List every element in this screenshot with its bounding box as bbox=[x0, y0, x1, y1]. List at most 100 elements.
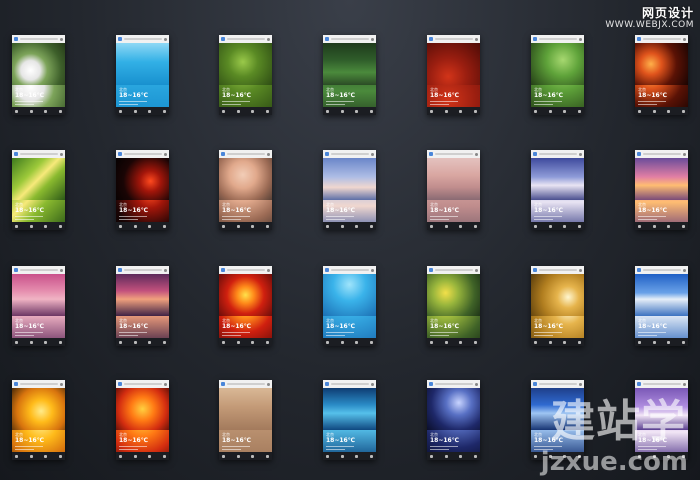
browser-icon bbox=[369, 224, 373, 228]
wallpaper-image bbox=[116, 274, 169, 316]
app-dock bbox=[635, 222, 688, 230]
wallpaper-thumbnail[interactable]: 北京 18~16℃ bbox=[116, 150, 169, 230]
message-icon bbox=[148, 340, 152, 344]
wallpaper-thumbnail[interactable]: 北京 18~16℃ bbox=[531, 150, 584, 230]
menu-icon bbox=[579, 37, 582, 41]
weather-detail bbox=[430, 446, 477, 450]
wallpaper-thumbnail[interactable]: 北京 18~16℃ bbox=[219, 380, 272, 460]
search-icon bbox=[221, 37, 225, 41]
wallpaper-image bbox=[219, 43, 272, 85]
browser-icon bbox=[577, 109, 581, 113]
phone-icon bbox=[430, 454, 433, 458]
wallpaper-thumbnail[interactable]: 北京 18~16℃ bbox=[531, 35, 584, 115]
wallpaper-thumbnail[interactable]: 北京 18~16℃ bbox=[427, 150, 480, 230]
weather-detail bbox=[222, 446, 269, 450]
weather-city: 北京 bbox=[638, 87, 646, 92]
browser-icon bbox=[369, 454, 373, 458]
weather-temperature: 18~16℃ bbox=[430, 92, 459, 99]
wallpaper-thumbnail[interactable]: 北京 18~16℃ bbox=[12, 266, 65, 346]
wallpaper-thumbnail[interactable]: 北京 18~16℃ bbox=[12, 150, 65, 230]
contacts-icon bbox=[652, 340, 656, 344]
app-dock bbox=[219, 107, 272, 115]
contacts-icon bbox=[29, 454, 33, 458]
wallpaper-thumbnail[interactable]: 北京 18~16℃ bbox=[323, 35, 376, 115]
search-bar bbox=[531, 380, 584, 388]
search-icon bbox=[221, 382, 225, 386]
weather-detail-line bbox=[222, 219, 241, 220]
weather-temperature: 18~16℃ bbox=[222, 323, 251, 330]
search-bar bbox=[531, 150, 584, 158]
contacts-icon bbox=[133, 340, 137, 344]
weather-detail bbox=[119, 446, 166, 450]
wallpaper-thumbnail[interactable]: 北京 18~16℃ bbox=[12, 35, 65, 115]
weather-detail-line bbox=[638, 219, 657, 220]
wallpaper-image bbox=[323, 158, 376, 200]
message-icon bbox=[148, 109, 152, 113]
wallpaper-thumbnail[interactable]: 北京 18~16℃ bbox=[635, 35, 688, 115]
wallpaper-image bbox=[531, 274, 584, 316]
wallpaper-thumbnail[interactable]: 北京 18~16℃ bbox=[427, 35, 480, 115]
wallpaper-thumbnail[interactable]: 北京 18~16℃ bbox=[12, 380, 65, 460]
search-field bbox=[435, 38, 473, 40]
app-dock bbox=[323, 222, 376, 230]
wallpaper-thumbnail[interactable]: 北京 18~16℃ bbox=[323, 150, 376, 230]
weather-detail bbox=[222, 216, 269, 220]
browser-icon bbox=[162, 454, 166, 458]
weather-detail-line bbox=[222, 449, 241, 450]
message-icon bbox=[251, 224, 255, 228]
weather-city: 北京 bbox=[119, 202, 127, 207]
wallpaper-thumbnail[interactable]: 北京 18~16℃ bbox=[635, 266, 688, 346]
contacts-icon bbox=[236, 224, 240, 228]
weather-detail bbox=[638, 332, 685, 336]
weather-detail-line bbox=[638, 104, 657, 105]
search-icon bbox=[637, 37, 641, 41]
weather-detail-line bbox=[119, 335, 138, 336]
wallpaper-thumbnail[interactable]: 北京 18~16℃ bbox=[323, 380, 376, 460]
weather-city: 北京 bbox=[534, 202, 542, 207]
weather-detail bbox=[326, 332, 373, 336]
weather-detail bbox=[326, 446, 373, 450]
weather-widget: 北京 18~16℃ bbox=[531, 316, 584, 338]
weather-temperature: 18~16℃ bbox=[222, 207, 251, 214]
weather-city: 北京 bbox=[430, 432, 438, 437]
search-bar bbox=[219, 380, 272, 388]
contacts-icon bbox=[548, 109, 552, 113]
message-icon bbox=[251, 454, 255, 458]
wallpaper-thumbnail[interactable]: 北京 18~16℃ bbox=[427, 380, 480, 460]
browser-icon bbox=[369, 340, 373, 344]
message-icon bbox=[459, 109, 463, 113]
wallpaper-thumbnail[interactable]: 北京 18~16℃ bbox=[116, 35, 169, 115]
wallpaper-thumbnail[interactable]: 北京 18~16℃ bbox=[219, 266, 272, 346]
wallpaper-thumbnail[interactable]: 北京 18~16℃ bbox=[219, 150, 272, 230]
app-dock bbox=[531, 338, 584, 346]
weather-detail bbox=[326, 101, 373, 105]
phone-icon bbox=[534, 109, 537, 113]
weather-detail-line bbox=[326, 335, 345, 336]
search-icon bbox=[14, 152, 18, 156]
phone-icon bbox=[326, 109, 329, 113]
weather-city: 北京 bbox=[119, 432, 127, 437]
message-icon bbox=[667, 224, 671, 228]
wallpaper-thumbnail[interactable]: 北京 18~16℃ bbox=[323, 266, 376, 346]
wallpaper-thumbnail[interactable]: 北京 18~16℃ bbox=[531, 266, 584, 346]
weather-detail-line bbox=[15, 219, 34, 220]
message-icon bbox=[459, 340, 463, 344]
weather-widget: 北京 18~16℃ bbox=[635, 200, 688, 222]
weather-widget: 北京 18~16℃ bbox=[219, 200, 272, 222]
search-bar bbox=[12, 35, 65, 43]
phone-icon bbox=[326, 454, 329, 458]
browser-icon bbox=[473, 224, 477, 228]
wallpaper-thumbnail[interactable]: 北京 18~16℃ bbox=[116, 266, 169, 346]
wallpaper-thumbnail[interactable]: 北京 18~16℃ bbox=[219, 35, 272, 115]
menu-icon bbox=[267, 152, 270, 156]
weather-detail bbox=[534, 332, 581, 336]
weather-widget: 北京 18~16℃ bbox=[323, 430, 376, 452]
wallpaper-thumbnail[interactable]: 北京 18~16℃ bbox=[427, 266, 480, 346]
weather-widget: 北京 18~16℃ bbox=[427, 85, 480, 107]
wallpaper-thumbnail[interactable]: 北京 18~16℃ bbox=[635, 150, 688, 230]
message-icon bbox=[355, 109, 359, 113]
search-icon bbox=[325, 37, 329, 41]
weather-detail bbox=[15, 332, 62, 336]
search-icon bbox=[221, 268, 225, 272]
wallpaper-thumbnail[interactable]: 北京 18~16℃ bbox=[116, 380, 169, 460]
